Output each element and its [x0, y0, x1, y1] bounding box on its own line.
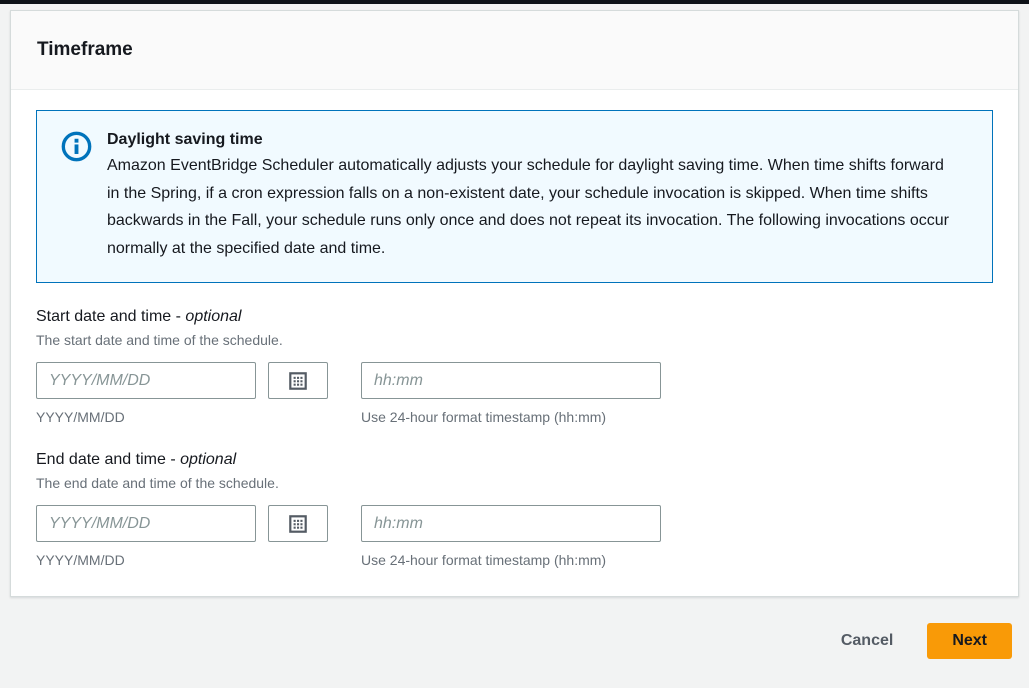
- end-date-input[interactable]: [36, 505, 256, 542]
- end-controls-row: YYYY/MM/DD: [36, 505, 993, 569]
- start-time-column: Use 24-hour format timestamp (hh:mm): [361, 362, 661, 426]
- end-date-time-description: The end date and time of the schedule.: [36, 474, 993, 492]
- end-label-text: End date and time: [36, 451, 166, 468]
- start-date-calendar-button[interactable]: [268, 362, 328, 399]
- panel-header: Timeframe: [11, 11, 1018, 90]
- timeframe-panel: Timeframe Daylight saving time Amazon Ev…: [10, 10, 1019, 597]
- start-time-hint: Use 24-hour format timestamp (hh:mm): [361, 408, 661, 426]
- start-date-input[interactable]: [36, 362, 256, 399]
- start-date-time-group: Start date and time - optional The start…: [36, 306, 993, 426]
- end-time-input[interactable]: [361, 505, 661, 542]
- page-title: Timeframe: [37, 39, 133, 61]
- alert-title: Daylight saving time: [107, 128, 952, 152]
- calendar-icon: [287, 513, 309, 535]
- wizard-footer-actions: Cancel Next: [0, 597, 1029, 659]
- end-label-optional: optional: [180, 451, 236, 468]
- start-label-optional: optional: [185, 308, 241, 325]
- end-date-time-label: End date and time - optional: [36, 449, 993, 471]
- cancel-button[interactable]: Cancel: [827, 624, 907, 658]
- alert-content: Daylight saving time Amazon EventBridge …: [107, 128, 952, 262]
- start-date-time-description: The start date and time of the schedule.: [36, 331, 993, 349]
- top-edge-bar: [0, 0, 1029, 4]
- end-date-time-group: End date and time - optional The end dat…: [36, 449, 993, 569]
- end-label-separator: -: [170, 451, 175, 468]
- daylight-saving-info-alert: Daylight saving time Amazon EventBridge …: [36, 110, 993, 283]
- panel-body: Daylight saving time Amazon EventBridge …: [11, 90, 1018, 596]
- start-time-input[interactable]: [361, 362, 661, 399]
- start-label-text: Start date and time: [36, 308, 171, 325]
- alert-body-text: Amazon EventBridge Scheduler automatical…: [107, 152, 952, 262]
- info-icon: [61, 131, 92, 162]
- end-date-calendar-button[interactable]: [268, 505, 328, 542]
- start-date-column: YYYY/MM/DD: [36, 362, 256, 426]
- start-controls-row: YYYY/MM/DD: [36, 362, 993, 426]
- end-time-column: Use 24-hour format timestamp (hh:mm): [361, 505, 661, 569]
- calendar-icon: [287, 370, 309, 392]
- start-date-hint: YYYY/MM/DD: [36, 408, 256, 426]
- start-date-time-label: Start date and time - optional: [36, 306, 993, 328]
- end-date-hint: YYYY/MM/DD: [36, 551, 256, 569]
- end-date-column: YYYY/MM/DD: [36, 505, 256, 569]
- start-label-separator: -: [176, 308, 181, 325]
- end-time-hint: Use 24-hour format timestamp (hh:mm): [361, 551, 661, 569]
- next-button[interactable]: Next: [927, 623, 1012, 659]
